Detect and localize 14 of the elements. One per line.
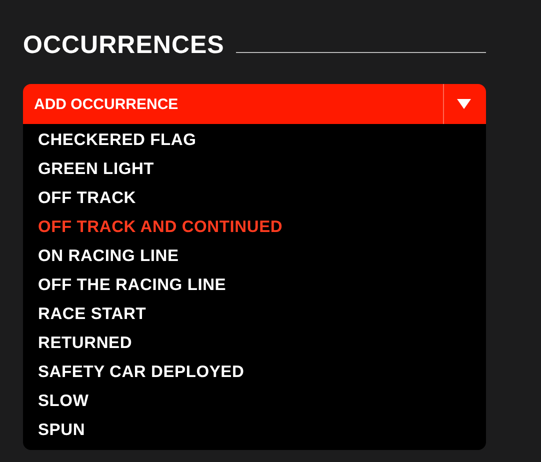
option-item[interactable]: OFF TRACK AND CONTINUED	[38, 213, 486, 242]
option-item[interactable]: ON RACING LINE	[38, 242, 486, 271]
option-item[interactable]: SLOW	[38, 387, 486, 416]
option-item[interactable]: RETURNED	[38, 329, 486, 358]
option-item[interactable]: GREEN LIGHT	[38, 155, 486, 184]
caret-icon	[457, 99, 471, 109]
option-item[interactable]: OFF TRACK	[38, 184, 486, 213]
option-item[interactable]: CHECKERED FLAG	[38, 126, 486, 155]
section-title: OCCURRENCES	[23, 33, 224, 58]
option-item[interactable]: SPUN	[38, 416, 486, 445]
option-item[interactable]: RACE START	[38, 300, 486, 329]
option-item[interactable]: SAFETY CAR DEPLOYED	[38, 358, 486, 387]
option-item[interactable]: OFF THE RACING LINE	[38, 271, 486, 300]
add-occurrence-dropdown[interactable]: ADD OCCURRENCE	[23, 84, 486, 124]
